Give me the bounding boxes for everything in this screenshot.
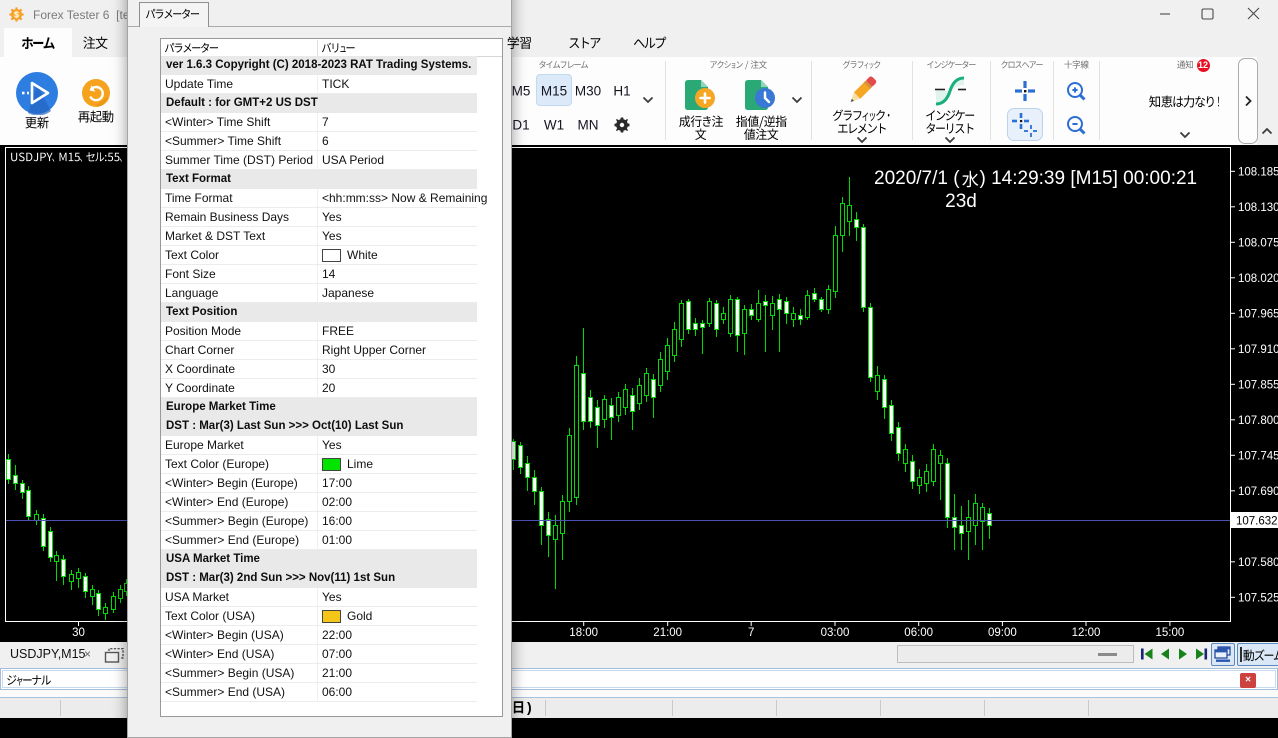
svg-text:107.690: 107.690 — [1238, 486, 1278, 498]
svg-text:107.525: 107.525 — [1238, 592, 1278, 604]
svg-text:108.020: 108.020 — [1238, 273, 1278, 285]
svg-text:107.800: 107.800 — [1238, 415, 1278, 427]
svg-text:107.855: 107.855 — [1238, 379, 1278, 391]
svg-text:15:00: 15:00 — [1156, 627, 1185, 639]
svg-text:107.910: 107.910 — [1238, 344, 1278, 356]
svg-text:03:00: 03:00 — [821, 627, 850, 639]
svg-text:06:00: 06:00 — [904, 627, 933, 639]
svg-text:107.965: 107.965 — [1238, 308, 1278, 320]
svg-text:108.075: 108.075 — [1238, 237, 1278, 249]
svg-text:21:00: 21:00 — [653, 627, 682, 639]
svg-text:09:00: 09:00 — [988, 627, 1017, 639]
svg-text:108.185: 108.185 — [1238, 166, 1278, 178]
svg-text:30: 30 — [72, 627, 85, 639]
svg-text:107.745: 107.745 — [1238, 450, 1278, 462]
svg-text:107.632: 107.632 — [1236, 516, 1278, 528]
svg-text:7: 7 — [748, 627, 754, 639]
svg-text:107.580: 107.580 — [1238, 557, 1278, 569]
svg-text:12:00: 12:00 — [1072, 627, 1101, 639]
svg-text:$: $ — [14, 9, 19, 19]
svg-text:108.130: 108.130 — [1238, 202, 1278, 214]
svg-text:18:00: 18:00 — [569, 627, 598, 639]
